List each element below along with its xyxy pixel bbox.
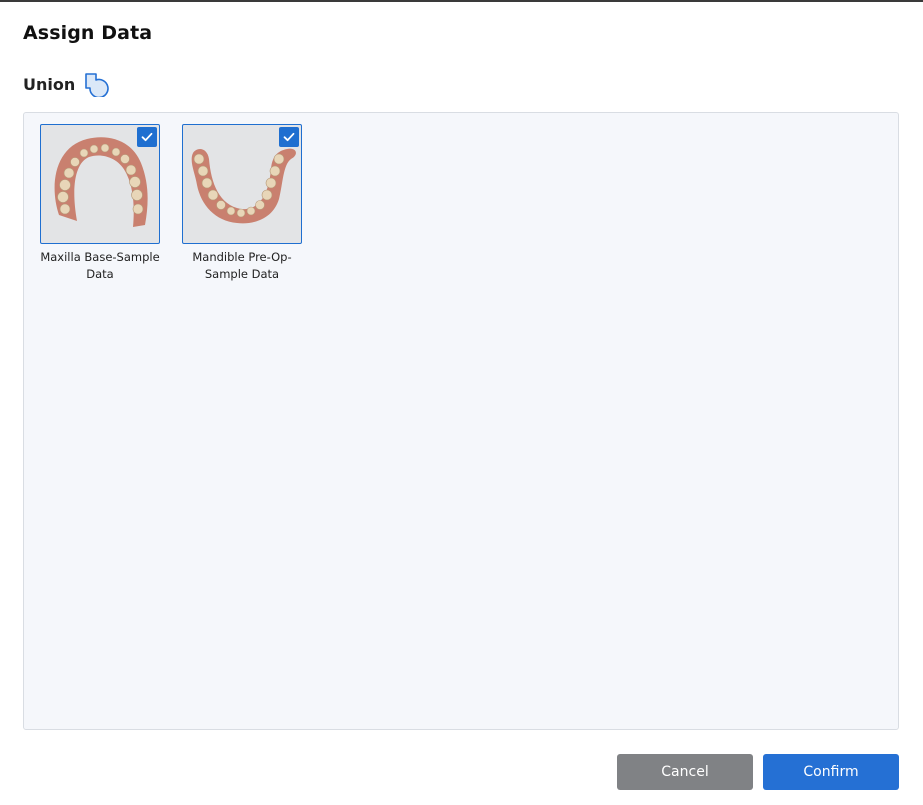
- card-thumbnail[interactable]: [182, 124, 302, 244]
- confirm-button[interactable]: Confirm: [763, 754, 899, 790]
- union-section-header: Union: [23, 71, 110, 97]
- section-label: Union: [23, 74, 76, 94]
- check-icon: [141, 132, 153, 142]
- card-label: Maxilla Base-Sample Data: [40, 250, 160, 281]
- card-label: Mandible Pre-Op-Sample Data: [192, 250, 292, 281]
- data-card-maxilla[interactable]: Maxilla Base-Sample Data: [40, 124, 160, 283]
- checkbox-checked[interactable]: [279, 127, 299, 147]
- checkbox-checked[interactable]: [137, 127, 157, 147]
- assign-data-dialog: Assign Data Union Maxilla Base-Sample Da…: [0, 0, 923, 805]
- check-icon: [283, 132, 295, 142]
- union-shape-icon: [85, 73, 110, 97]
- data-card-mandible[interactable]: Mandible Pre-Op-Sample Data: [182, 124, 302, 283]
- data-card-list: Maxilla Base-Sample Data Mandible Pre-Op…: [40, 124, 302, 283]
- cancel-button[interactable]: Cancel: [617, 754, 753, 790]
- data-panel: Maxilla Base-Sample Data Mandible Pre-Op…: [23, 112, 899, 730]
- dialog-title: Assign Data: [23, 22, 153, 44]
- card-thumbnail[interactable]: [40, 124, 160, 244]
